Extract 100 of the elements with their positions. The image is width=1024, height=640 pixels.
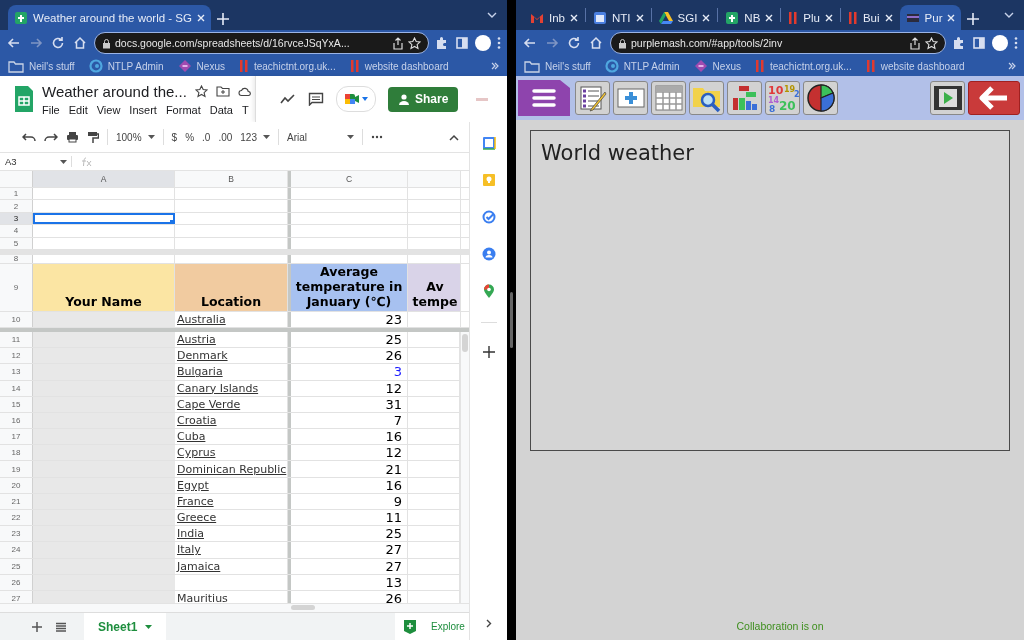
table-cell: 11 [385,510,402,526]
table-cell: 21 [385,461,402,477]
table-cell: 27 [385,558,402,574]
menu-item[interactable]: Edit [68,103,88,116]
browser-tab[interactable]: NTI [587,5,650,30]
address-bar[interactable]: docs.google.com/spreadsheets/d/16rvceJSqYxA... [94,32,429,54]
number-label: 8 [768,104,775,113]
location-link[interactable]: Austria [175,333,216,347]
row-header[interactable]: 22 [0,510,33,526]
table-cell: 12 [385,380,402,396]
location-link[interactable]: Denmark [175,349,228,363]
sheet-tab[interactable]: Sheet1 [84,613,167,640]
column-header[interactable]: A [33,171,175,187]
browser-tab[interactable]: Weather around the world - SG [8,5,211,30]
location-link[interactable]: Cyprus [175,446,216,460]
number-label: 20 [778,99,796,113]
location-link[interactable]: Jamaica [175,559,221,573]
table-cell: 26 [385,348,402,364]
table-cell: 9 [393,493,402,509]
row-header[interactable]: 2 [0,200,33,212]
location-link[interactable]: Mauritius [175,592,228,603]
decrease-decimal-button[interactable]: .0 [202,131,211,143]
status-text: Collaboration is on [735,620,824,632]
menu-item[interactable]: Format [165,103,201,116]
column-header[interactable]: B [175,171,288,187]
explore-button[interactable]: Explore [395,613,469,640]
number-label: 10 [767,84,783,97]
increase-decimal-button[interactable]: .00 [218,131,233,143]
number-format-select[interactable]: 123 [240,131,257,143]
menu-item[interactable]: Insert [129,103,157,116]
row-header[interactable]: 24 [0,542,33,558]
location-link[interactable]: Cape Verde [175,397,241,411]
row-header[interactable]: 19 [0,461,33,477]
zoom-select[interactable]: 100% [116,131,142,143]
bookmark-link[interactable]: teachictnt.org.uk... [769,60,852,72]
table-cell: 31 [385,396,402,412]
font-select[interactable]: Arial [287,131,307,143]
menu-item[interactable]: Data [209,103,233,116]
document-title[interactable]: Weather around the... [42,82,187,100]
browser-tab[interactable]: Plu [782,5,839,30]
browser-tab[interactable]: Inb [524,5,584,30]
location-link[interactable]: Croatia [175,414,217,427]
location-link[interactable]: Greece [175,511,217,525]
table-cell: 12 [385,445,402,461]
share-button[interactable]: Share [388,86,459,112]
row-header[interactable]: 4 [0,225,33,237]
menu-item[interactable]: T [241,103,249,116]
bookmark-link[interactable]: Nexus [712,60,741,72]
location-link[interactable]: Egypt [175,478,209,492]
table-cell: 25 [385,526,402,542]
location-link[interactable]: Australia [175,312,226,326]
header-cell: Av tempe [408,263,461,311]
location-link[interactable]: Bulgaria [175,365,223,379]
location-link[interactable]: Italy [175,543,201,557]
address-bar[interactable]: purplemash.com/#app/tools/2inv [610,32,946,54]
bookmark-link[interactable]: website dashboard [880,60,965,72]
table-cell: 7 [393,413,402,428]
browser-tab[interactable]: NB [719,5,780,30]
row-header[interactable]: 13 [0,364,33,380]
row-header[interactable]: 5 [0,237,33,249]
bookmark-link[interactable]: Nexus [196,60,225,72]
menu-item[interactable]: View [96,103,121,116]
row-header[interactable]: 12 [0,348,33,364]
currency-format-button[interactable]: $ [171,131,178,143]
browser-tab[interactable]: Pur [899,5,962,30]
browser-tab[interactable]: SGI [652,5,717,30]
bookmark-link[interactable]: NTLP Admin [623,60,680,72]
bookmark-link[interactable]: teachictnt.org.uk... [253,60,336,72]
table-cell: 26 [385,591,402,603]
percent-format-button[interactable]: % [185,131,195,143]
table-cell: 27 [385,542,402,558]
number-label: 14 [767,96,779,105]
bookmark-link[interactable]: website dashboard [364,60,449,72]
location-link[interactable]: Dominican Republic [175,462,287,476]
menu-item[interactable]: File [42,103,60,116]
column-header[interactable]: C [291,171,408,187]
bookmark-link[interactable]: Neil's stuff [545,60,591,72]
row-header[interactable]: 1 [0,188,33,200]
header-cell: Average temperature in January (℃) [291,263,408,311]
row-header[interactable]: 23 [0,526,33,542]
row-header[interactable]: 17 [0,429,33,445]
location-link[interactable]: Canary Islands [175,381,259,395]
table-cell: 3 [393,364,402,380]
bookmark-link[interactable]: NTLP Admin [107,60,164,72]
table-cell: 23 [385,311,402,327]
table-cell: 13 [385,574,402,590]
number-label: 2 [793,90,799,99]
bookmark-link[interactable]: Neil's stuff [29,60,75,72]
number-label: 19 [783,85,795,94]
header-cell: Your Name [33,263,175,311]
location-link[interactable]: India [175,527,204,541]
table-cell: 25 [385,332,402,348]
row-header[interactable]: 18 [0,445,33,461]
name-box[interactable]: A3 [5,156,17,167]
browser-tab[interactable]: Bui [841,5,899,30]
row-header[interactable]: 8 [0,254,33,263]
row-header[interactable]: 9 [0,263,33,311]
location-link[interactable]: Cuba [175,430,206,444]
header-cell: Location [175,263,288,311]
location-link[interactable]: France [175,494,214,508]
